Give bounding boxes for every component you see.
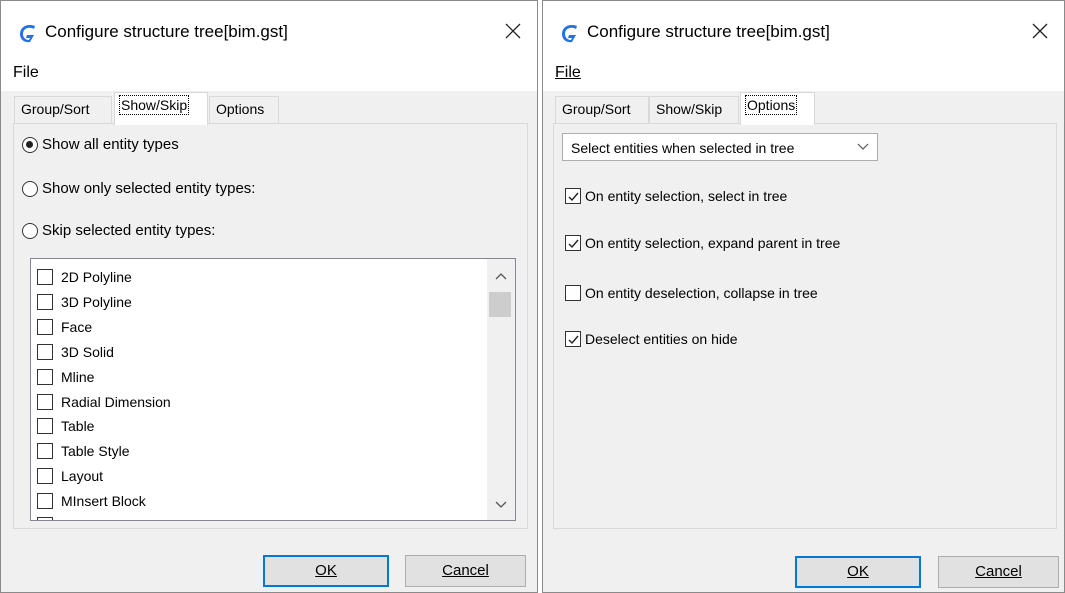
- tab-label: Options: [744, 95, 798, 115]
- ok-button[interactable]: OK: [795, 556, 921, 588]
- tab-label: Show/Skip: [118, 95, 190, 115]
- checkbox[interactable]: [37, 344, 53, 360]
- title-bar: Configure structure tree[bim.gst]: [543, 1, 1064, 59]
- checkmark-icon: [568, 192, 579, 202]
- tab-group-sort[interactable]: Group/Sort: [555, 96, 649, 124]
- select-mode-dropdown[interactable]: Select entities when selected in tree: [562, 133, 878, 161]
- checkbox[interactable]: [565, 235, 581, 251]
- tab-group-sort[interactable]: Group/Sort: [14, 96, 112, 124]
- button-label: Cancel: [975, 563, 1022, 580]
- option-expand-parent[interactable]: On entity selection, expand parent in tr…: [565, 235, 840, 251]
- list-item-label: Table: [61, 418, 95, 434]
- radio-button[interactable]: [22, 136, 38, 153]
- list-item-label: Face: [61, 319, 93, 335]
- tab-show-skip[interactable]: Show/Skip: [649, 96, 739, 124]
- option-deselect-on-hide[interactable]: Deselect entities on hide: [565, 331, 738, 347]
- radio-label: Skip selected entity types:: [42, 222, 216, 239]
- list-item[interactable]: Face: [37, 317, 92, 337]
- option-collapse-in-tree[interactable]: On entity deselection, collapse in tree: [565, 285, 818, 301]
- checkbox[interactable]: [565, 285, 581, 301]
- list-item[interactable]: 3D Solid: [37, 342, 114, 362]
- option-label: Deselect entities on hide: [585, 331, 738, 347]
- title-bar: Configure structure tree[bim.gst]: [1, 1, 537, 59]
- menu-file[interactable]: File: [553, 63, 583, 83]
- cancel-button[interactable]: Cancel: [938, 556, 1059, 588]
- close-icon: [505, 23, 521, 39]
- ok-button[interactable]: OK: [263, 555, 389, 587]
- list-item[interactable]: Radial Dimension: [37, 392, 171, 412]
- list-item-partial[interactable]: [37, 515, 61, 520]
- close-button[interactable]: [1018, 11, 1064, 51]
- checkbox[interactable]: [37, 294, 53, 310]
- button-label: Cancel: [442, 562, 489, 579]
- list-item[interactable]: MInsert Block: [37, 491, 146, 511]
- menu-bar: File: [543, 59, 1064, 91]
- radio-show-only-selected[interactable]: Show only selected entity types:: [22, 180, 255, 197]
- entity-type-list[interactable]: 2D Polyline 3D Polyline Face 3D Solid Ml…: [30, 258, 516, 521]
- option-select-in-tree[interactable]: On entity selection, select in tree: [565, 188, 787, 204]
- scroll-up-icon[interactable]: [495, 271, 507, 283]
- checkbox[interactable]: [565, 331, 581, 347]
- radio-button[interactable]: [22, 180, 38, 197]
- radio-skip-selected[interactable]: Skip selected entity types:: [22, 222, 215, 239]
- checkmark-icon: [568, 239, 579, 249]
- checkbox[interactable]: [37, 493, 53, 509]
- radio-button[interactable]: [22, 222, 38, 239]
- menu-file[interactable]: File: [11, 63, 41, 83]
- menu-bar: File: [1, 59, 537, 91]
- button-label: OK: [847, 563, 869, 580]
- tab-label: Show/Skip: [656, 101, 723, 117]
- radio-show-all[interactable]: Show all entity types: [22, 136, 179, 153]
- list-item[interactable]: Layout: [37, 466, 103, 486]
- tab-label: Options: [216, 101, 265, 117]
- checkbox[interactable]: [37, 369, 53, 385]
- close-button[interactable]: [491, 11, 537, 51]
- tab-options[interactable]: Options: [209, 96, 279, 124]
- cancel-button[interactable]: Cancel: [405, 555, 526, 587]
- dropdown-value: Select entities when selected in tree: [571, 140, 795, 156]
- chevron-down-icon: [857, 143, 869, 150]
- window-title: Configure structure tree[bim.gst]: [587, 22, 830, 41]
- list-item[interactable]: Table Style: [37, 441, 129, 461]
- checkbox[interactable]: [37, 418, 53, 434]
- app-logo-icon: [17, 22, 39, 44]
- list-item[interactable]: Table: [37, 416, 94, 436]
- list-item[interactable]: 2D Polyline: [37, 267, 132, 287]
- checkbox[interactable]: [565, 188, 581, 204]
- checkbox[interactable]: [37, 443, 53, 459]
- tab-options[interactable]: Options: [740, 92, 815, 125]
- list-item[interactable]: 3D Polyline: [37, 292, 132, 312]
- scroll-down-icon[interactable]: [495, 498, 507, 510]
- scroll-thumb[interactable]: [489, 292, 511, 317]
- checkbox[interactable]: [37, 394, 53, 410]
- list-item-label: 3D Solid: [61, 344, 114, 360]
- close-icon: [1032, 23, 1048, 39]
- list-item-label: 2D Polyline: [61, 269, 132, 285]
- checkmark-icon: [568, 335, 579, 345]
- list-item-label: 3D Polyline: [61, 294, 132, 310]
- tab-label: Group/Sort: [21, 101, 90, 117]
- tab-label: Group/Sort: [562, 101, 631, 117]
- options-panel: [553, 123, 1057, 529]
- button-label: OK: [315, 562, 337, 579]
- checkbox[interactable]: [37, 517, 53, 520]
- option-label: On entity deselection, collapse in tree: [585, 285, 818, 301]
- app-logo-icon: [559, 22, 581, 44]
- list-item-label: MInsert Block: [61, 493, 146, 509]
- list-item-label: Layout: [61, 468, 104, 484]
- checkbox[interactable]: [37, 269, 53, 285]
- radio-label: Show all entity types: [42, 136, 179, 153]
- list-item-label: Table Style: [61, 443, 130, 459]
- option-label: On entity selection, expand parent in tr…: [585, 235, 841, 251]
- list-item-label: Radial Dimension: [61, 394, 171, 410]
- window-title: Configure structure tree[bim.gst]: [45, 22, 288, 41]
- vertical-scrollbar[interactable]: [487, 259, 515, 520]
- option-label: On entity selection, select in tree: [585, 188, 788, 204]
- tab-show-skip[interactable]: Show/Skip: [114, 92, 208, 125]
- list-item[interactable]: Mline: [37, 367, 94, 387]
- list-item-label: Mline: [61, 369, 95, 385]
- checkbox[interactable]: [37, 319, 53, 335]
- radio-label: Show only selected entity types:: [42, 180, 256, 197]
- checkbox[interactable]: [37, 468, 53, 484]
